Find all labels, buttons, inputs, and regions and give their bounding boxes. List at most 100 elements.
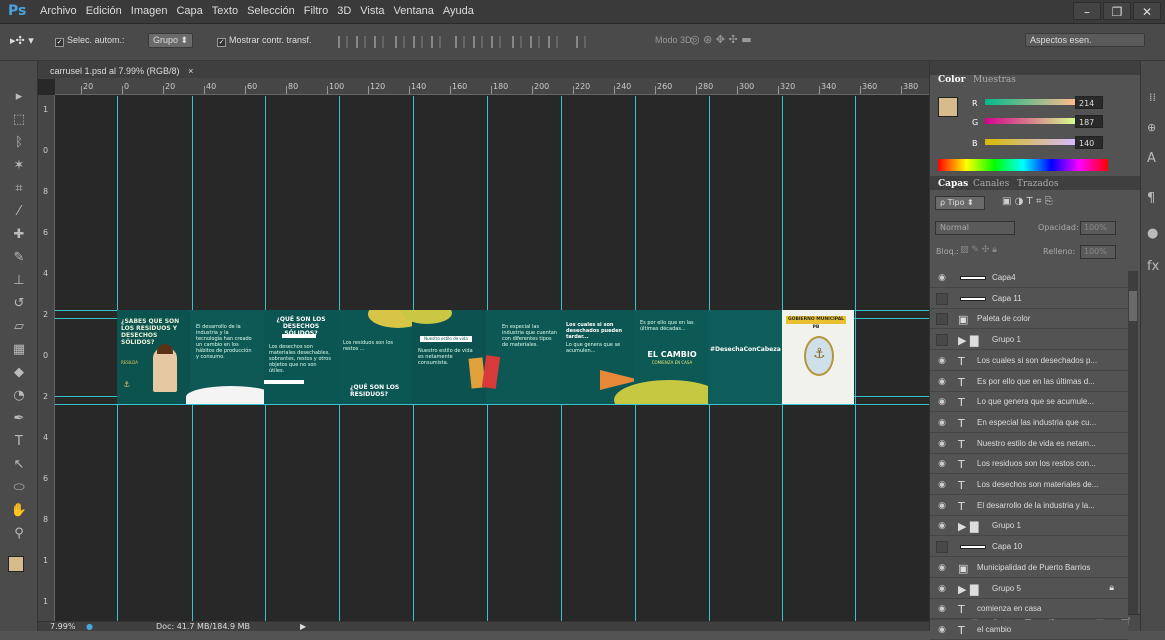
layer-visibility-eye-icon[interactable]: ◉ — [936, 479, 948, 491]
menu-item-10[interactable]: Ayuda — [443, 5, 474, 17]
b-slider[interactable] — [985, 139, 1075, 145]
align-distribute-icon[interactable] — [455, 36, 465, 48]
tab-paths[interactable]: Trazados — [1017, 179, 1059, 189]
g-value[interactable]: 187 — [1075, 115, 1103, 128]
layer-visibility-eye-icon[interactable]: ◉ — [936, 355, 948, 367]
layer-row[interactable]: ◉ T Los desechos son materiales de... — [930, 475, 1128, 495]
align-distribute-icon[interactable] — [374, 36, 384, 48]
align-distribute-icon[interactable] — [395, 36, 405, 48]
layer-row[interactable]: ◉ Tel cambio — [930, 619, 1128, 640]
menu-item-4[interactable]: Texto — [212, 5, 238, 17]
workspace-dropdown[interactable]: Aspectos esen. — [1025, 33, 1145, 47]
align-distribute-icon[interactable] — [356, 36, 366, 48]
healing-tool-icon[interactable]: ✚ — [8, 225, 30, 245]
layer-visibility-eye-icon[interactable]: ◉ — [936, 272, 948, 284]
align-distribute-icon[interactable] — [431, 36, 441, 48]
layer-row[interactable]: ◉ Tcomienza en casa — [930, 599, 1128, 620]
path-select-tool-icon[interactable]: ↖ — [8, 455, 30, 475]
brush-preset-icon[interactable]: ● — [1147, 226, 1158, 241]
menu-item-6[interactable]: Filtro — [304, 5, 328, 17]
auto-select-checkbox[interactable]: ✓ Selec. autom.: — [55, 35, 125, 47]
pen-tool-icon[interactable]: ✒ — [8, 409, 30, 429]
layers-scrollbar[interactable] — [1128, 271, 1138, 616]
move-tool-icon[interactable]: ▸ — [8, 87, 30, 107]
layer-row[interactable]: ◉ T Los residuos son los restos con... — [930, 454, 1128, 475]
layer-row[interactable]: ◉ T Es por ello que en las últimas d... — [930, 371, 1128, 392]
layer-visibility-eye-icon[interactable]: ◉ — [936, 603, 948, 615]
layer-visibility-eye-icon[interactable]: ◉ — [936, 458, 948, 470]
layer-visibility-eye-icon[interactable]: ◉ — [936, 500, 948, 512]
magic-wand-tool-icon[interactable]: ✶ — [8, 156, 30, 176]
gradient-tool-icon[interactable]: ▦ — [8, 340, 30, 360]
fill-input[interactable]: 100% — [1080, 245, 1116, 259]
layer-row[interactable]: ◉ T Lo que genera que se acumule... — [930, 392, 1128, 413]
layer-filter-icons[interactable]: ▣ ◑ T ⌗ ⎘ — [1002, 196, 1053, 207]
layer-row[interactable]: ◉ ▶ ▇ Grupo 5 🔒︎ — [930, 578, 1128, 599]
tab-close-icon[interactable]: × — [188, 66, 193, 76]
align-distribute-icon[interactable] — [576, 36, 586, 48]
styles-icon[interactable]: fx — [1147, 259, 1159, 274]
r-value[interactable]: 214 — [1075, 96, 1103, 109]
vertical-ruler[interactable]: 1086420246811 — [38, 95, 55, 621]
g-slider[interactable] — [985, 118, 1075, 124]
3d-tools-icon[interactable]: ◎ ⊛ ✥ ✣ ▬ — [690, 33, 752, 46]
r-slider[interactable] — [985, 99, 1075, 105]
layer-visibility-eye-icon[interactable]: ◉ — [936, 396, 948, 408]
close-button[interactable]: ✕ — [1133, 2, 1161, 20]
crop-tool-icon[interactable]: ⌗ — [8, 179, 30, 199]
eraser-tool-icon[interactable]: ▱ — [8, 317, 30, 337]
tab-color[interactable]: Color — [938, 75, 965, 85]
layer-row[interactable]: ◉ T Nuestro estilo de vida es netam... — [930, 433, 1128, 454]
hand-tool-icon[interactable]: ✋ — [8, 501, 30, 521]
status-info-icon[interactable]: ● — [86, 622, 93, 631]
stamp-tool-icon[interactable]: ⊥ — [8, 271, 30, 291]
horizontal-ruler[interactable]: 20 0 20 40 60 80 100 120 140 160 180 200 220 240 260 28… — [55, 78, 929, 95]
move-tool-icon[interactable]: ▸✣ ▾ — [10, 34, 34, 47]
layer-visibility-eye-icon[interactable]: ◉ — [936, 520, 948, 532]
align-distribute-icon[interactable] — [473, 36, 483, 48]
minimize-button[interactable]: – — [1073, 2, 1101, 20]
guide-horizontal[interactable] — [55, 404, 929, 405]
paragraph-icon[interactable]: ¶ — [1147, 191, 1155, 206]
layer-row[interactable]: ◉ Capa4 — [930, 268, 1128, 288]
b-value[interactable]: 140 — [1075, 136, 1103, 149]
layer-row[interactable]: ▶ ▇ Grupo 1 — [930, 330, 1128, 351]
layer-row[interactable]: ▣ Paleta de color — [930, 309, 1128, 330]
menu-item-9[interactable]: Ventana — [394, 5, 434, 17]
tab-channels[interactable]: Canales — [973, 179, 1009, 189]
align-distribute-icon[interactable] — [530, 36, 540, 48]
align-distribute-icon[interactable] — [413, 36, 423, 48]
menu-item-0[interactable]: Archivo — [40, 5, 77, 17]
zoom-tool-icon[interactable]: ⚲ — [8, 524, 30, 544]
menu-item-7[interactable]: 3D — [337, 5, 351, 17]
layer-visibility-eye-icon[interactable]: ◉ — [936, 376, 948, 388]
character-icon[interactable]: A — [1147, 151, 1156, 166]
blur-tool-icon[interactable]: ◆ — [8, 363, 30, 383]
type-tool-icon[interactable]: T — [8, 432, 30, 452]
layer-row[interactable]: ◉ T En especial las industria que cu... — [930, 412, 1128, 433]
layer-visibility-eye-icon[interactable] — [936, 541, 948, 554]
align-distribute-icon[interactable] — [512, 36, 522, 48]
layer-visibility-eye-icon[interactable]: ◉ — [936, 624, 948, 636]
brush-tool-icon[interactable]: ✎ — [8, 248, 30, 268]
lasso-tool-icon[interactable]: ᛒ — [8, 133, 30, 153]
menu-item-8[interactable]: Vista — [360, 5, 384, 17]
layer-row[interactable]: ◉ ▶ ▇ Grupo 1 — [930, 516, 1128, 537]
foreground-color-swatch[interactable] — [938, 97, 958, 117]
menu-item-5[interactable]: Selección — [247, 5, 295, 17]
menu-item-1[interactable]: Edición — [86, 5, 122, 17]
toolbar-foreground-swatch[interactable] — [8, 556, 24, 572]
shape-tool-icon[interactable]: ⬭ — [8, 478, 30, 498]
layer-visibility-eye-icon[interactable] — [936, 313, 948, 326]
color-spectrum[interactable] — [938, 159, 1108, 171]
layer-visibility-eye-icon[interactable] — [936, 292, 948, 305]
align-distribute-icon[interactable] — [548, 36, 558, 48]
adjust-icon[interactable]: ⊕ — [1147, 121, 1156, 134]
auto-select-dropdown[interactable]: Grupo ⬍ — [148, 33, 194, 48]
zoom-level[interactable]: 7.99% — [50, 622, 75, 631]
document-tab[interactable]: carrusel 1.psd al 7.99% (RGB/8) × — [50, 66, 193, 76]
layer-row[interactable]: ◉ T Los cuales si son desechados p... — [930, 350, 1128, 371]
lock-icons[interactable]: ▨ ✎ ✣ 🔒︎ — [960, 245, 997, 255]
blend-mode-dropdown[interactable]: Normal — [935, 221, 1015, 235]
align-distribute-icon[interactable] — [338, 36, 348, 48]
